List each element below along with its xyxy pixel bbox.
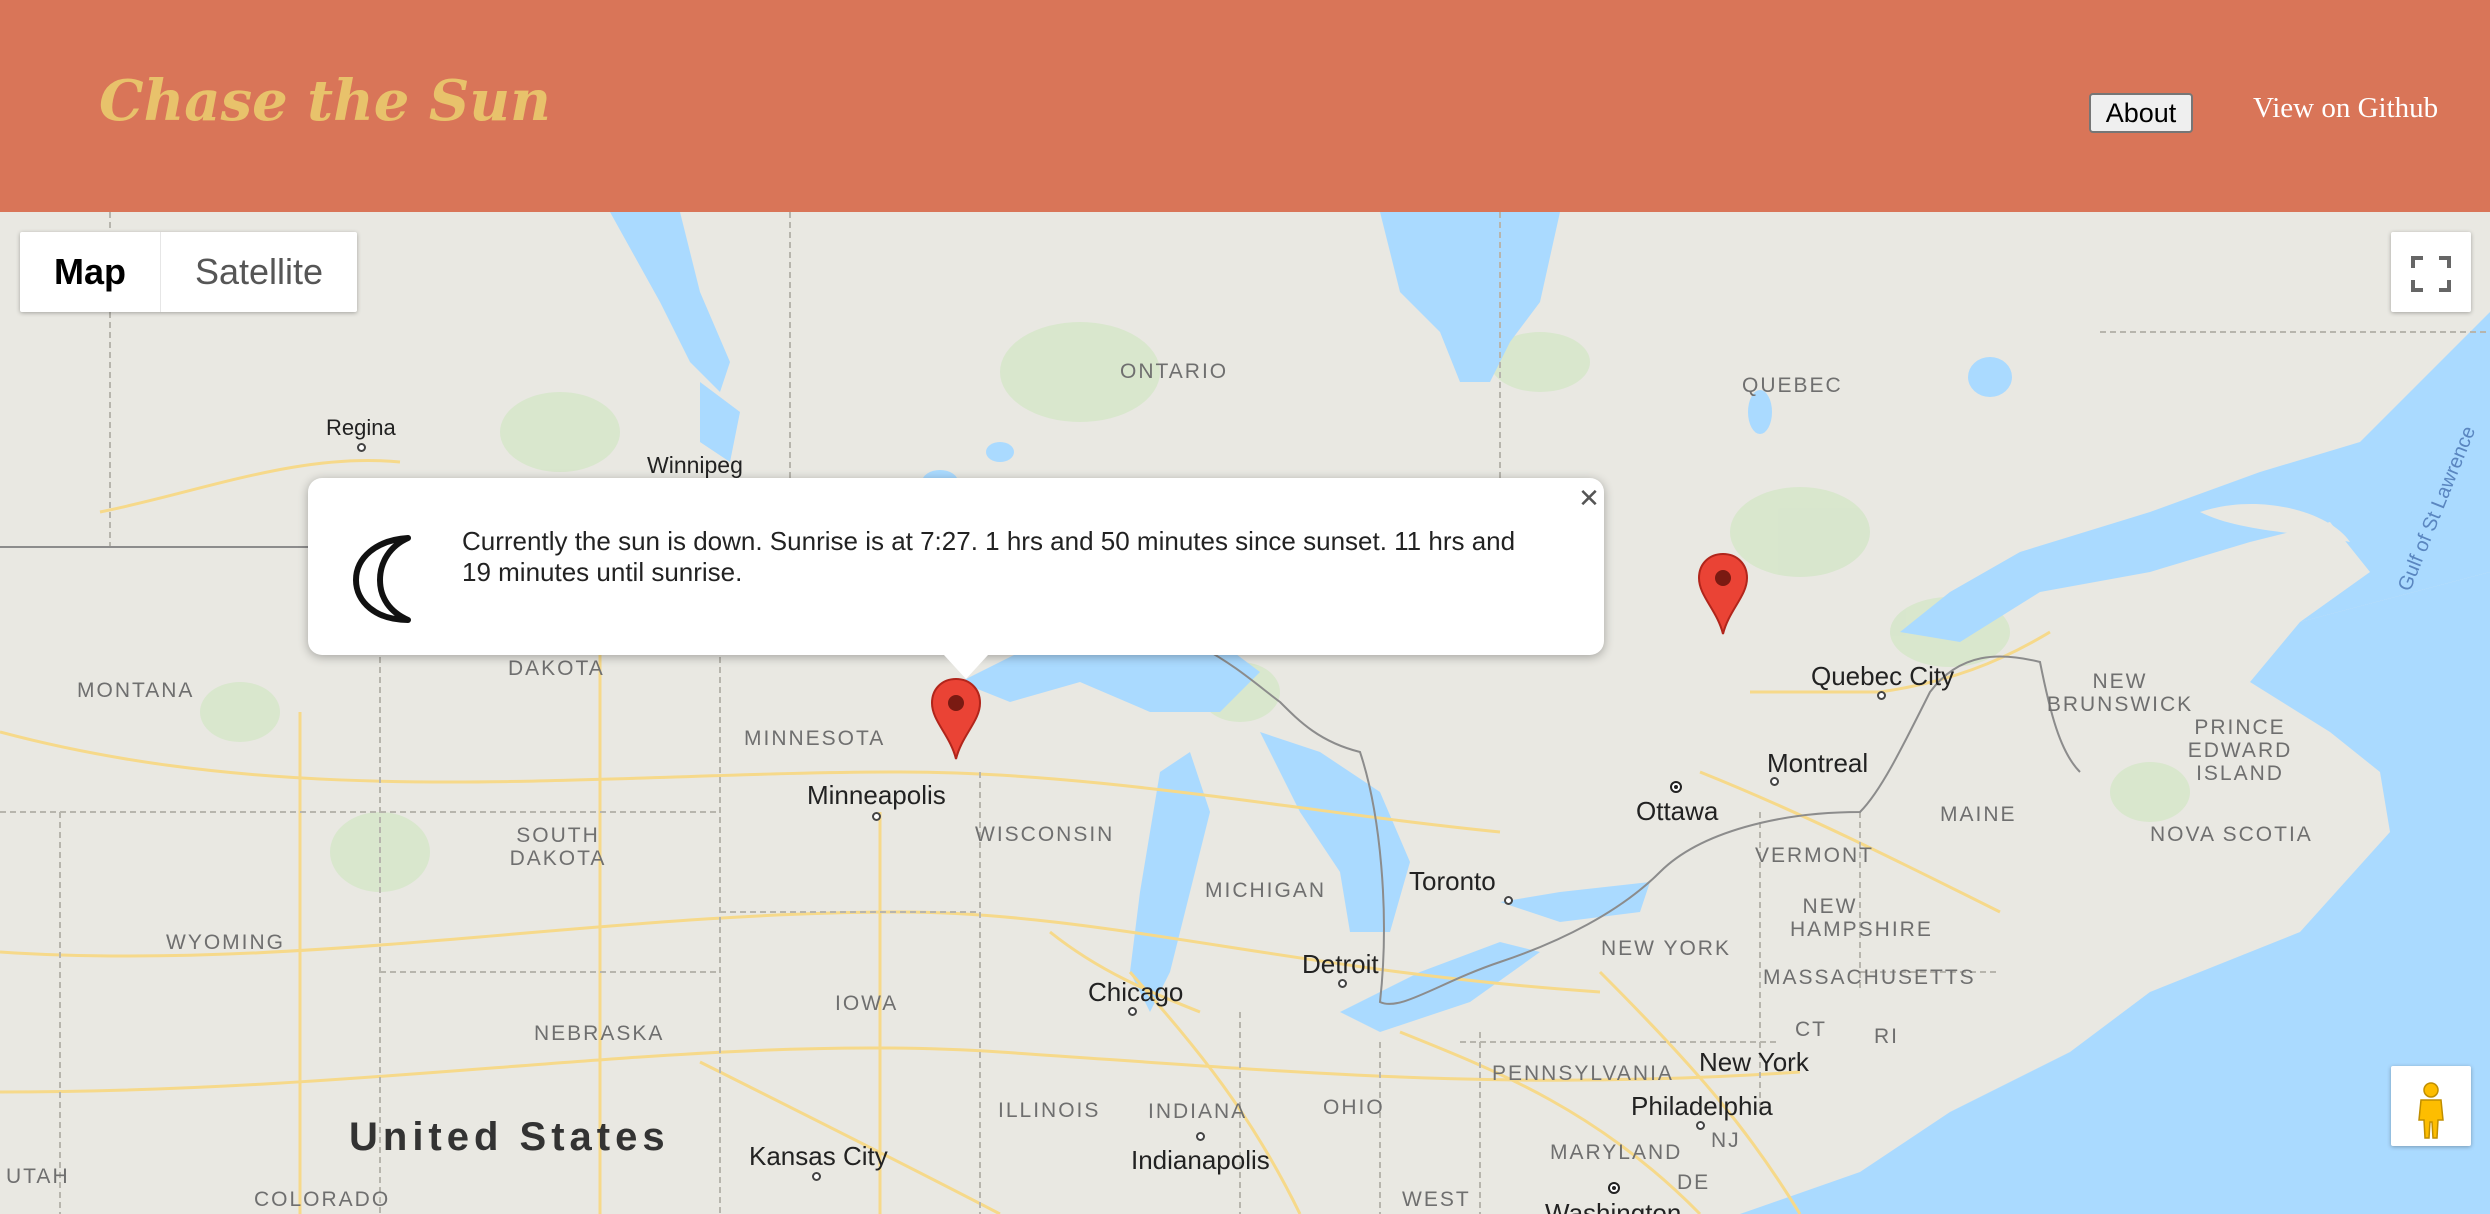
city-dot-toronto [1504,896,1513,905]
region-label-new-york: NEW YORK [1601,937,1731,960]
region-label-maryland: MARYLAND [1550,1141,1683,1164]
pegman-icon [2418,1082,2444,1139]
region-label-ri: RI [1874,1025,1899,1048]
brand-logo[interactable]: Chase the Sun [99,68,551,134]
region-label-new-brunswick: NEW BRUNSWICK [2046,670,2194,716]
city-dot-kansas-city [812,1172,821,1181]
region-label-iowa: IOWA [835,992,899,1015]
about-button[interactable]: About [2089,93,2193,133]
city-label-philadelphia: Philadelphia [1631,1091,1773,1121]
city-dot-philadelphia [1696,1121,1705,1130]
city-label-chicago: Chicago [1088,977,1184,1007]
region-label-west: WEST [1402,1188,1471,1211]
region-label-new-hampshire: NEW HAMPSHIRE [1790,895,1933,941]
city-dot-washington [1608,1182,1620,1194]
city-dot-indianapolis [1196,1132,1205,1141]
region-label-pennsylvania: PENNSYLVANIA [1492,1062,1674,1085]
city-dot-ottawa [1670,781,1682,793]
city-label-winnipeg: Winnipeg [647,452,743,478]
region-label-nova-scotia: NOVA SCOTIA [2150,823,2313,846]
fullscreen-button[interactable] [2391,232,2471,312]
map-marker-midwest[interactable] [930,677,982,761]
region-label-ct: CT [1795,1018,1827,1041]
region-label-nebraska: NEBRASKA [534,1022,665,1045]
info-window: Currently the sun is down. Sunrise is at… [308,478,1604,679]
region-label-colorado: COLORADO [254,1188,391,1211]
city-label-new-york: New York [1699,1047,1809,1077]
sun-status-message: Currently the sun is down. Sunrise is at… [462,526,1516,587]
fullscreen-icon [2411,256,2451,292]
region-label-massachusetts: MASSACHUSETTS [1763,966,1976,989]
city-label-regina: Regina [326,415,396,440]
github-link[interactable]: View on Github [2253,92,2438,125]
map-canvas[interactable]: ONTARIO QUEBEC MONTANA DAKOTA MINNESOTA … [0,212,2490,1214]
city-label-quebec-city: Quebec City [1811,661,1955,691]
region-label-michigan: MICHIGAN [1205,879,1326,902]
info-window-tail [944,655,988,679]
region-label-maine: MAINE [1940,803,2017,826]
region-label-vermont: VERMONT [1755,844,1874,867]
region-label-indiana: INDIANA [1148,1100,1248,1123]
region-label-de: DE [1677,1171,1711,1194]
map-type-satellite-button[interactable]: Satellite [161,232,357,312]
country-label-united-states: United States [349,1115,670,1159]
city-label-detroit: Detroit [1302,949,1379,979]
region-label-minnesota: MINNESOTA [744,727,886,750]
city-dot-quebec-city [1877,691,1886,700]
region-label-prince-edward-island: PRINCE EDWARD ISLAND [2187,716,2293,785]
city-label-montreal: Montreal [1767,748,1869,778]
region-label-ohio: OHIO [1323,1096,1385,1119]
close-icon[interactable]: ✕ [1574,484,1604,514]
region-label-ontario: ONTARIO [1120,360,1229,383]
region-label-montana: MONTANA [77,679,195,702]
city-label-kansas-city: Kansas City [749,1141,888,1171]
app-header: Chase the Sun About View on Github [0,0,2490,212]
region-label-wyoming: WYOMING [166,931,285,954]
region-label-illinois: ILLINOIS [998,1099,1101,1122]
region-label-quebec: QUEBEC [1742,374,1843,397]
city-label-minneapolis: Minneapolis [807,780,946,810]
city-label-ottawa: Ottawa [1636,796,1719,826]
map-type-map-button[interactable]: Map [20,232,161,312]
city-label-indianapolis: Indianapolis [1131,1145,1270,1175]
city-dot-minneapolis [872,812,881,821]
city-dot-detroit [1338,979,1347,988]
map-type-control: Map Satellite [20,232,358,312]
region-label-wisconsin: WISCONSIN [975,823,1115,846]
city-dot-chicago [1128,1007,1137,1016]
city-dot-regina [357,443,366,452]
region-label-utah: UTAH [6,1165,70,1188]
region-label-dakota: DAKOTA [508,657,605,680]
city-label-toronto: Toronto [1409,866,1496,896]
street-view-pegman-button[interactable] [2391,1066,2471,1146]
moon-icon [353,535,411,623]
map-marker-quebec[interactable] [1697,552,1749,636]
region-label-nj: NJ [1711,1129,1741,1152]
city-label-washington: Washington [1545,1198,1682,1214]
region-label-south-dakota: SOUTH DAKOTA [509,824,607,870]
city-dot-montreal [1770,777,1779,786]
